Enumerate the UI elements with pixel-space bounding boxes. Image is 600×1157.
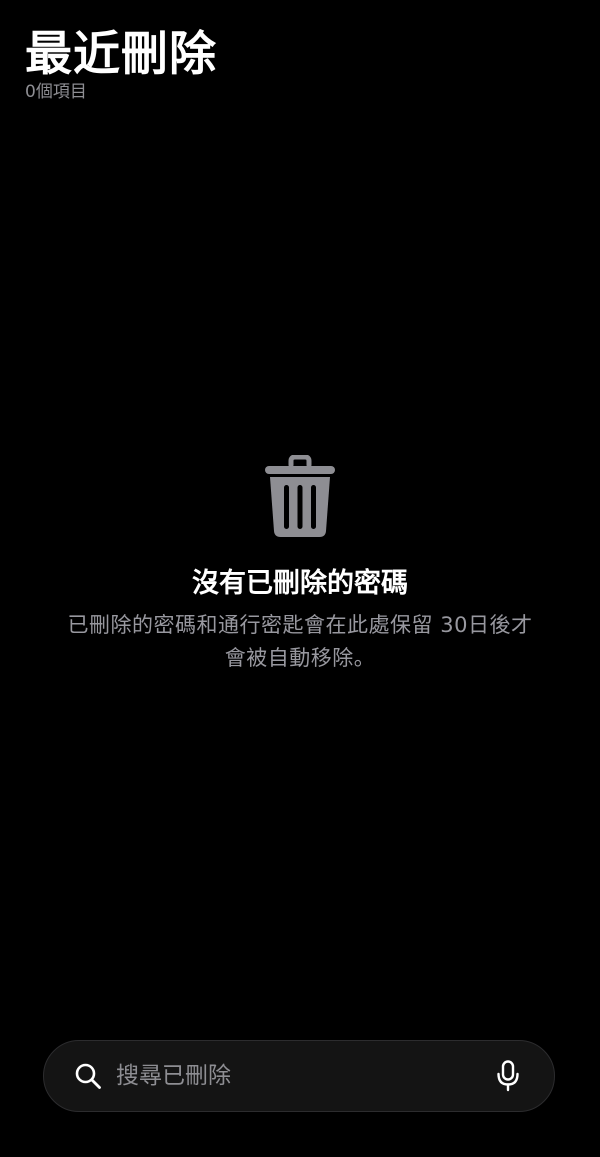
microphone-icon [497, 1060, 519, 1092]
trash-icon [265, 455, 335, 537]
microphone-button[interactable] [494, 1059, 522, 1093]
page-title: 最近刪除 [25, 27, 217, 82]
header: 最近刪除 0個項目 [25, 24, 217, 102]
search-icon [75, 1063, 101, 1089]
empty-state-description: 已刪除的密碼和通行密匙會在此處保留 30日後才會被自動移除。 [67, 613, 533, 670]
search-input[interactable] [116, 1056, 494, 1096]
empty-state-title: 沒有已刪除的密碼 [192, 568, 408, 599]
search-bar[interactable] [43, 1040, 555, 1112]
empty-state: 沒有已刪除的密碼 已刪除的密碼和通行密匙會在此處保留 30日後才會被自動移除。 [0, 455, 600, 675]
